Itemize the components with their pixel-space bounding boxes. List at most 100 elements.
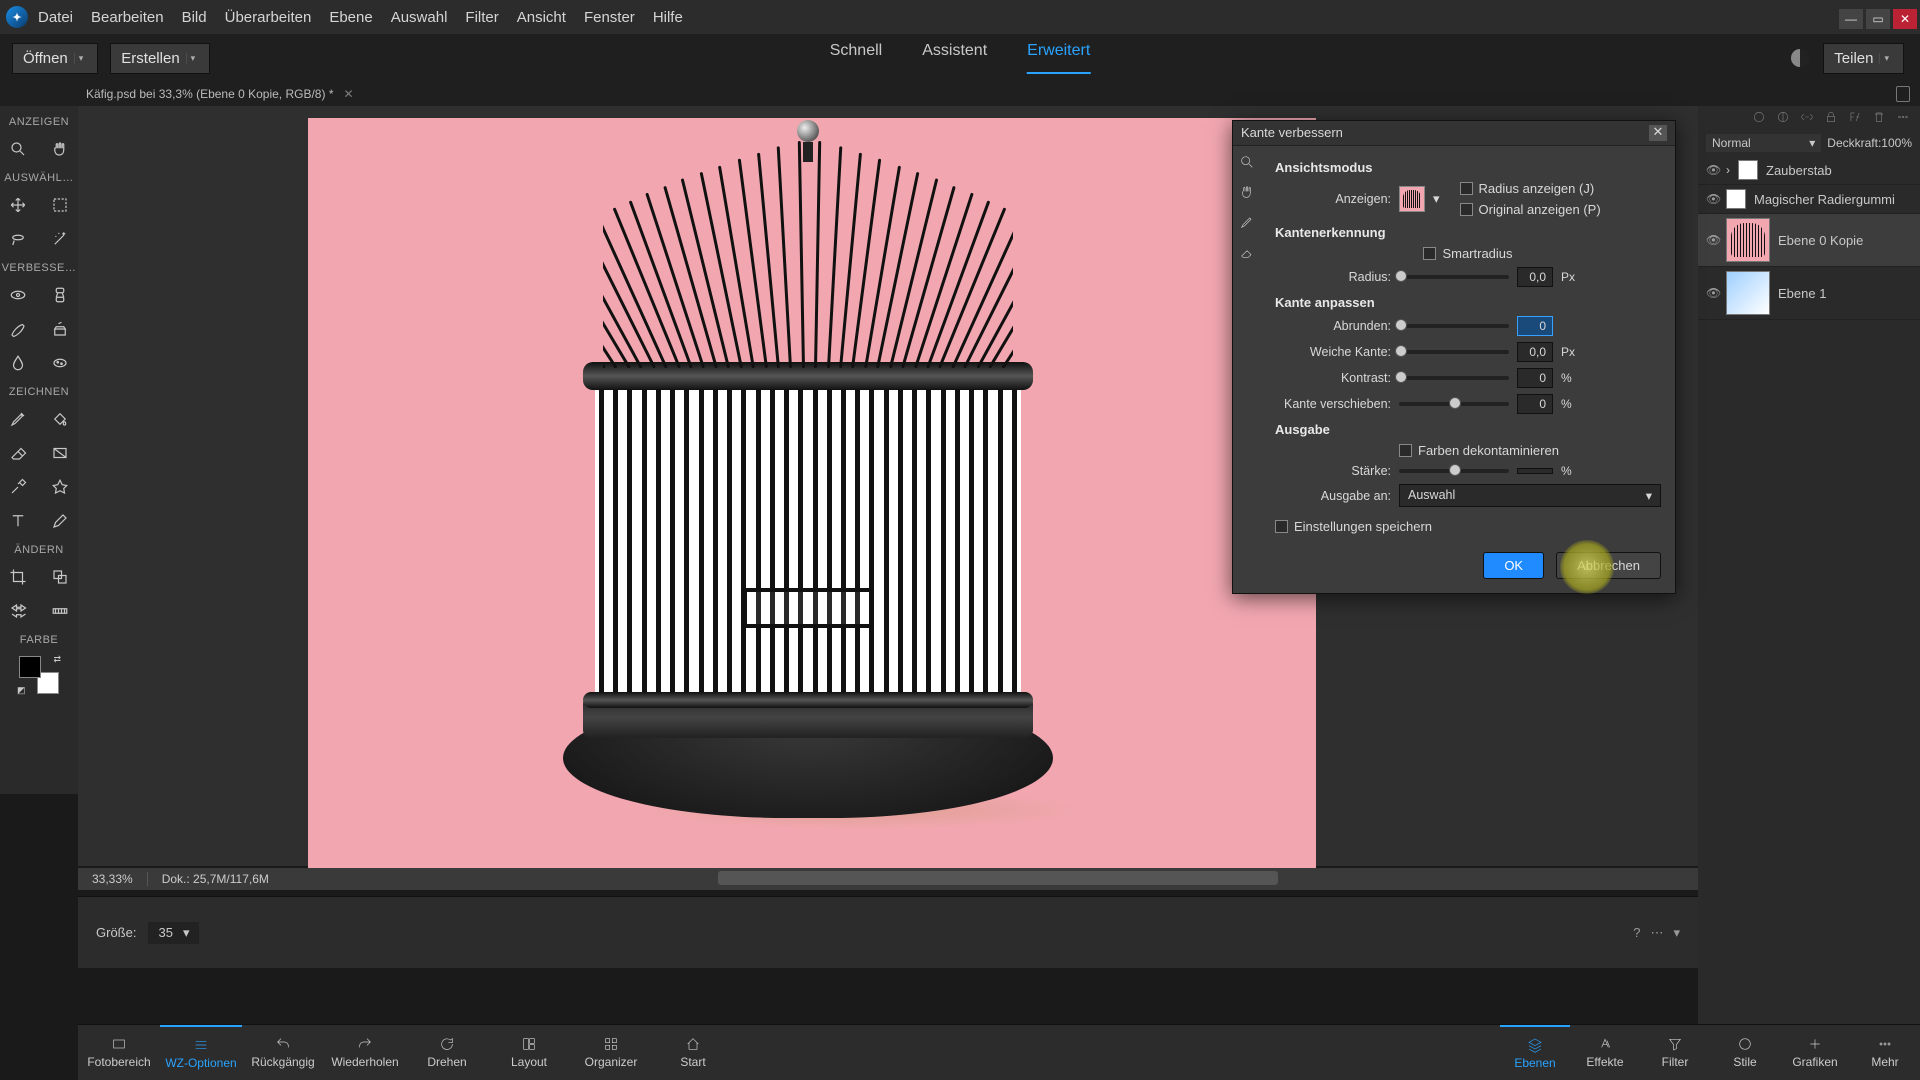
clone-stamp-tool-icon[interactable] bbox=[49, 318, 71, 340]
rotate-button[interactable]: Drehen bbox=[406, 1025, 488, 1080]
eraser-tool-icon[interactable] bbox=[7, 442, 29, 464]
tab-quick[interactable]: Schnell bbox=[830, 42, 882, 74]
layers-panel-button[interactable]: Ebenen bbox=[1500, 1025, 1570, 1080]
horizontal-scrollbar[interactable] bbox=[718, 871, 1278, 885]
eyedropper-tool-icon[interactable] bbox=[7, 476, 29, 498]
create-button[interactable]: Erstellen▾ bbox=[110, 43, 210, 74]
blur-tool-icon[interactable] bbox=[7, 352, 29, 374]
more-panel-button[interactable]: Mehr bbox=[1850, 1025, 1920, 1080]
ok-button[interactable]: OK bbox=[1483, 552, 1544, 579]
smart-radius-checkbox[interactable] bbox=[1423, 247, 1436, 260]
photo-bin-button[interactable]: Fotobereich bbox=[78, 1025, 160, 1080]
share-button[interactable]: Teilen▾ bbox=[1823, 43, 1904, 74]
marquee-tool-icon[interactable] bbox=[49, 194, 71, 216]
radius-slider[interactable] bbox=[1399, 275, 1509, 279]
smart-brush-tool-icon[interactable] bbox=[7, 318, 29, 340]
chevron-right-icon[interactable]: › bbox=[1726, 163, 1730, 177]
organizer-button[interactable]: Organizer bbox=[570, 1025, 652, 1080]
red-eye-tool-icon[interactable] bbox=[7, 284, 29, 306]
help-icon[interactable]: ? bbox=[1633, 925, 1640, 941]
collapse-icon[interactable]: ▾ bbox=[1673, 925, 1680, 941]
menu-enhance[interactable]: Überarbeiten bbox=[225, 9, 312, 26]
visibility-icon[interactable]: 👁 bbox=[1706, 233, 1718, 247]
foreground-color-swatch[interactable] bbox=[19, 656, 41, 678]
link-icon[interactable] bbox=[1800, 110, 1814, 124]
spot-heal-tool-icon[interactable] bbox=[49, 284, 71, 306]
more-icon[interactable]: ⋯ bbox=[1650, 925, 1663, 941]
more-icon[interactable] bbox=[1896, 110, 1910, 124]
feather-value[interactable]: 0,0 bbox=[1517, 342, 1553, 362]
zoom-icon[interactable] bbox=[1239, 154, 1255, 170]
new-document-icon[interactable] bbox=[1896, 86, 1910, 102]
hand-tool-icon[interactable] bbox=[49, 138, 71, 160]
pencil-tool-icon[interactable] bbox=[49, 510, 71, 532]
window-close-button[interactable]: ✕ bbox=[1893, 9, 1917, 29]
lasso-tool-icon[interactable] bbox=[7, 228, 29, 250]
magic-wand-tool-icon[interactable] bbox=[49, 228, 71, 250]
amount-value[interactable] bbox=[1517, 468, 1553, 474]
content-aware-move-tool-icon[interactable] bbox=[7, 600, 29, 622]
menu-window[interactable]: Fenster bbox=[584, 9, 635, 26]
hand-icon[interactable] bbox=[1239, 184, 1255, 200]
layer-row[interactable]: 👁 Magischer Radiergummi bbox=[1698, 185, 1920, 214]
sponge-tool-icon[interactable] bbox=[49, 352, 71, 374]
open-button[interactable]: Öffnen▾ bbox=[12, 43, 98, 74]
layout-button[interactable]: Layout bbox=[488, 1025, 570, 1080]
layer-row[interactable]: 👁 › Zauberstab bbox=[1698, 156, 1920, 185]
color-swatches[interactable]: ⇄ ◩ bbox=[19, 656, 59, 694]
straighten-tool-icon[interactable] bbox=[49, 600, 71, 622]
new-mask-icon[interactable] bbox=[1752, 110, 1766, 124]
visibility-icon[interactable]: 👁 bbox=[1706, 192, 1718, 206]
layer-row[interactable]: 👁 Ebene 0 Kopie bbox=[1698, 214, 1920, 267]
tab-assistant[interactable]: Assistent bbox=[922, 42, 987, 74]
contrast-slider[interactable] bbox=[1399, 376, 1509, 380]
filters-panel-button[interactable]: Filter bbox=[1640, 1025, 1710, 1080]
feather-slider[interactable] bbox=[1399, 350, 1509, 354]
swap-colors-icon[interactable]: ⇄ bbox=[53, 654, 61, 665]
theme-toggle-icon[interactable] bbox=[1791, 49, 1809, 67]
document-tab-title[interactable]: Käfig.psd bei 33,3% (Ebene 0 Kopie, RGB/… bbox=[86, 87, 333, 101]
dialog-titlebar[interactable]: Kante verbessern ✕ bbox=[1233, 121, 1675, 146]
menu-select[interactable]: Auswahl bbox=[391, 9, 448, 26]
paint-bucket-tool-icon[interactable] bbox=[49, 408, 71, 430]
chevron-down-icon[interactable]: ▾ bbox=[186, 53, 200, 64]
styles-panel-button[interactable]: Stile bbox=[1710, 1025, 1780, 1080]
opacity-value[interactable]: 100% bbox=[1881, 136, 1912, 150]
menu-help[interactable]: Hilfe bbox=[653, 9, 683, 26]
menu-layer[interactable]: Ebene bbox=[329, 9, 372, 26]
text-tool-icon[interactable] bbox=[7, 510, 29, 532]
shape-tool-icon[interactable] bbox=[49, 476, 71, 498]
default-colors-icon[interactable]: ◩ bbox=[17, 685, 26, 696]
menu-image[interactable]: Bild bbox=[182, 9, 207, 26]
zoom-tool-icon[interactable] bbox=[7, 138, 29, 160]
menu-view[interactable]: Ansicht bbox=[517, 9, 566, 26]
menu-edit[interactable]: Bearbeiten bbox=[91, 9, 164, 26]
amount-slider[interactable] bbox=[1399, 469, 1509, 473]
home-button[interactable]: Start bbox=[652, 1025, 734, 1080]
zoom-level[interactable]: 33,33% bbox=[78, 872, 148, 886]
effects-panel-button[interactable]: Effekte bbox=[1570, 1025, 1640, 1080]
radius-value[interactable]: 0,0 bbox=[1517, 267, 1553, 287]
dialog-close-button[interactable]: ✕ bbox=[1649, 125, 1667, 141]
view-mode-thumb[interactable] bbox=[1399, 186, 1425, 212]
adjustment-icon[interactable] bbox=[1776, 110, 1790, 124]
menu-file[interactable]: Datei bbox=[38, 9, 73, 26]
layer-row[interactable]: 👁 Ebene 1 bbox=[1698, 267, 1920, 320]
document-info[interactable]: Dok.: 25,7M/117,6M bbox=[148, 872, 283, 886]
main-menu[interactable]: Datei Bearbeiten Bild Überarbeiten Ebene… bbox=[38, 9, 683, 26]
menu-filter[interactable]: Filter bbox=[465, 9, 498, 26]
erase-refine-icon[interactable] bbox=[1239, 244, 1255, 260]
smooth-value[interactable]: 0 bbox=[1517, 316, 1553, 336]
graphics-panel-button[interactable]: Grafiken bbox=[1780, 1025, 1850, 1080]
shift-edge-value[interactable]: 0 bbox=[1517, 394, 1553, 414]
chevron-down-icon[interactable]: ▾ bbox=[1433, 191, 1440, 207]
decontaminate-checkbox[interactable] bbox=[1399, 444, 1412, 457]
lock-icon[interactable] bbox=[1824, 110, 1838, 124]
redo-button[interactable]: Wiederholen bbox=[324, 1025, 406, 1080]
chevron-down-icon[interactable]: ▾ bbox=[1879, 53, 1893, 64]
chevron-down-icon[interactable]: ▾ bbox=[74, 53, 88, 64]
crop-tool-icon[interactable] bbox=[7, 566, 29, 588]
size-select[interactable]: 35▾ bbox=[148, 922, 199, 944]
contrast-value[interactable]: 0 bbox=[1517, 368, 1553, 388]
undo-button[interactable]: Rückgängig bbox=[242, 1025, 324, 1080]
